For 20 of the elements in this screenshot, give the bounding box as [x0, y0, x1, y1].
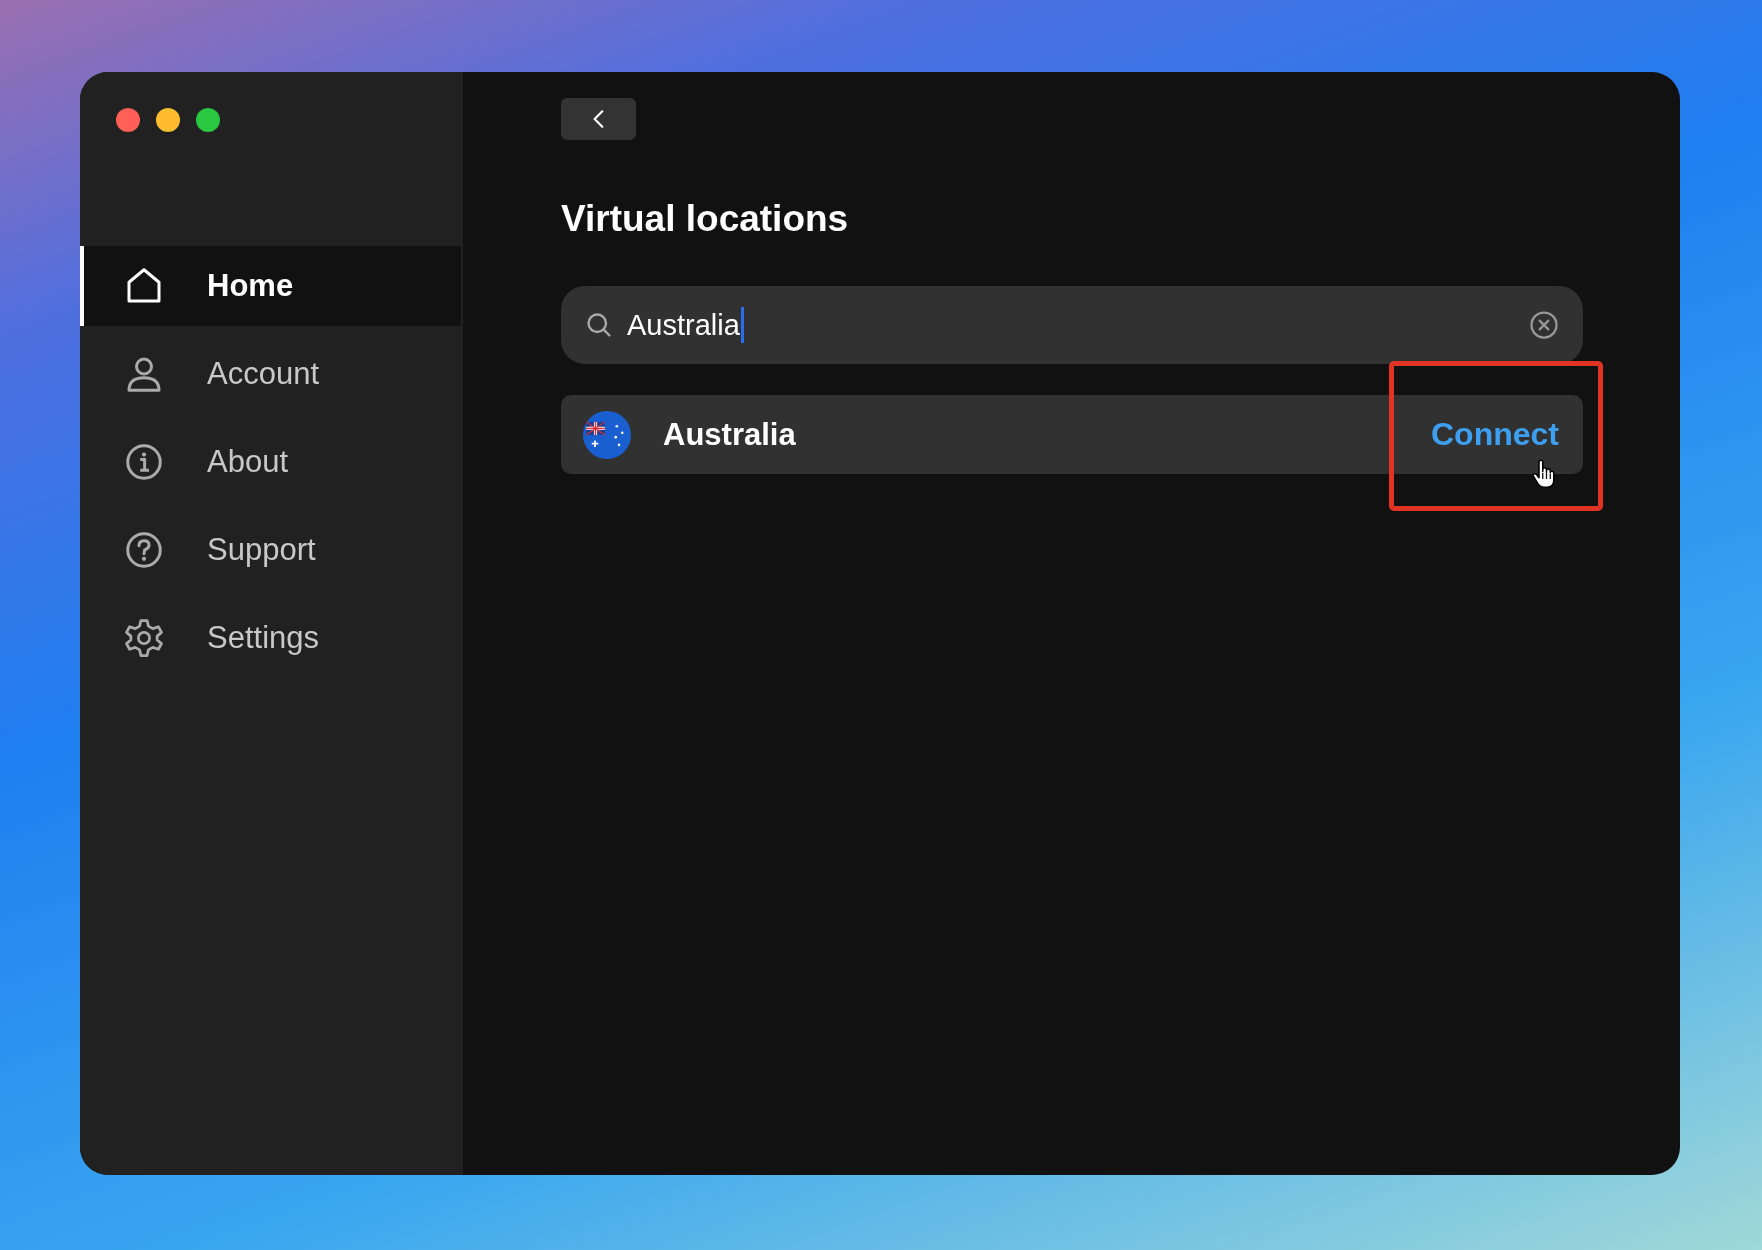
- minimize-button[interactable]: [156, 108, 180, 132]
- connect-button[interactable]: Connect: [1431, 412, 1559, 457]
- sidebar-item[interactable]: Home: [80, 246, 461, 326]
- flag-icon: [583, 410, 631, 459]
- sidebar-item[interactable]: Support: [80, 510, 461, 590]
- clear-icon[interactable]: [1529, 310, 1559, 340]
- info-icon: [124, 442, 164, 482]
- close-button[interactable]: [116, 108, 140, 132]
- location-row[interactable]: Australia Connect: [561, 395, 1583, 474]
- help-icon: [124, 530, 164, 570]
- sidebar-item[interactable]: About: [80, 422, 461, 502]
- back-button[interactable]: [561, 98, 636, 140]
- settings-icon: [124, 618, 164, 658]
- search-field[interactable]: Australia: [561, 286, 1583, 364]
- search-icon: [585, 311, 613, 339]
- zoom-button[interactable]: [196, 108, 220, 132]
- sidebar-item[interactable]: Account: [80, 334, 461, 414]
- location-name: Australia: [663, 416, 796, 453]
- sidebar-item[interactable]: Settings: [80, 598, 461, 678]
- page-title: Virtual locations: [561, 198, 850, 240]
